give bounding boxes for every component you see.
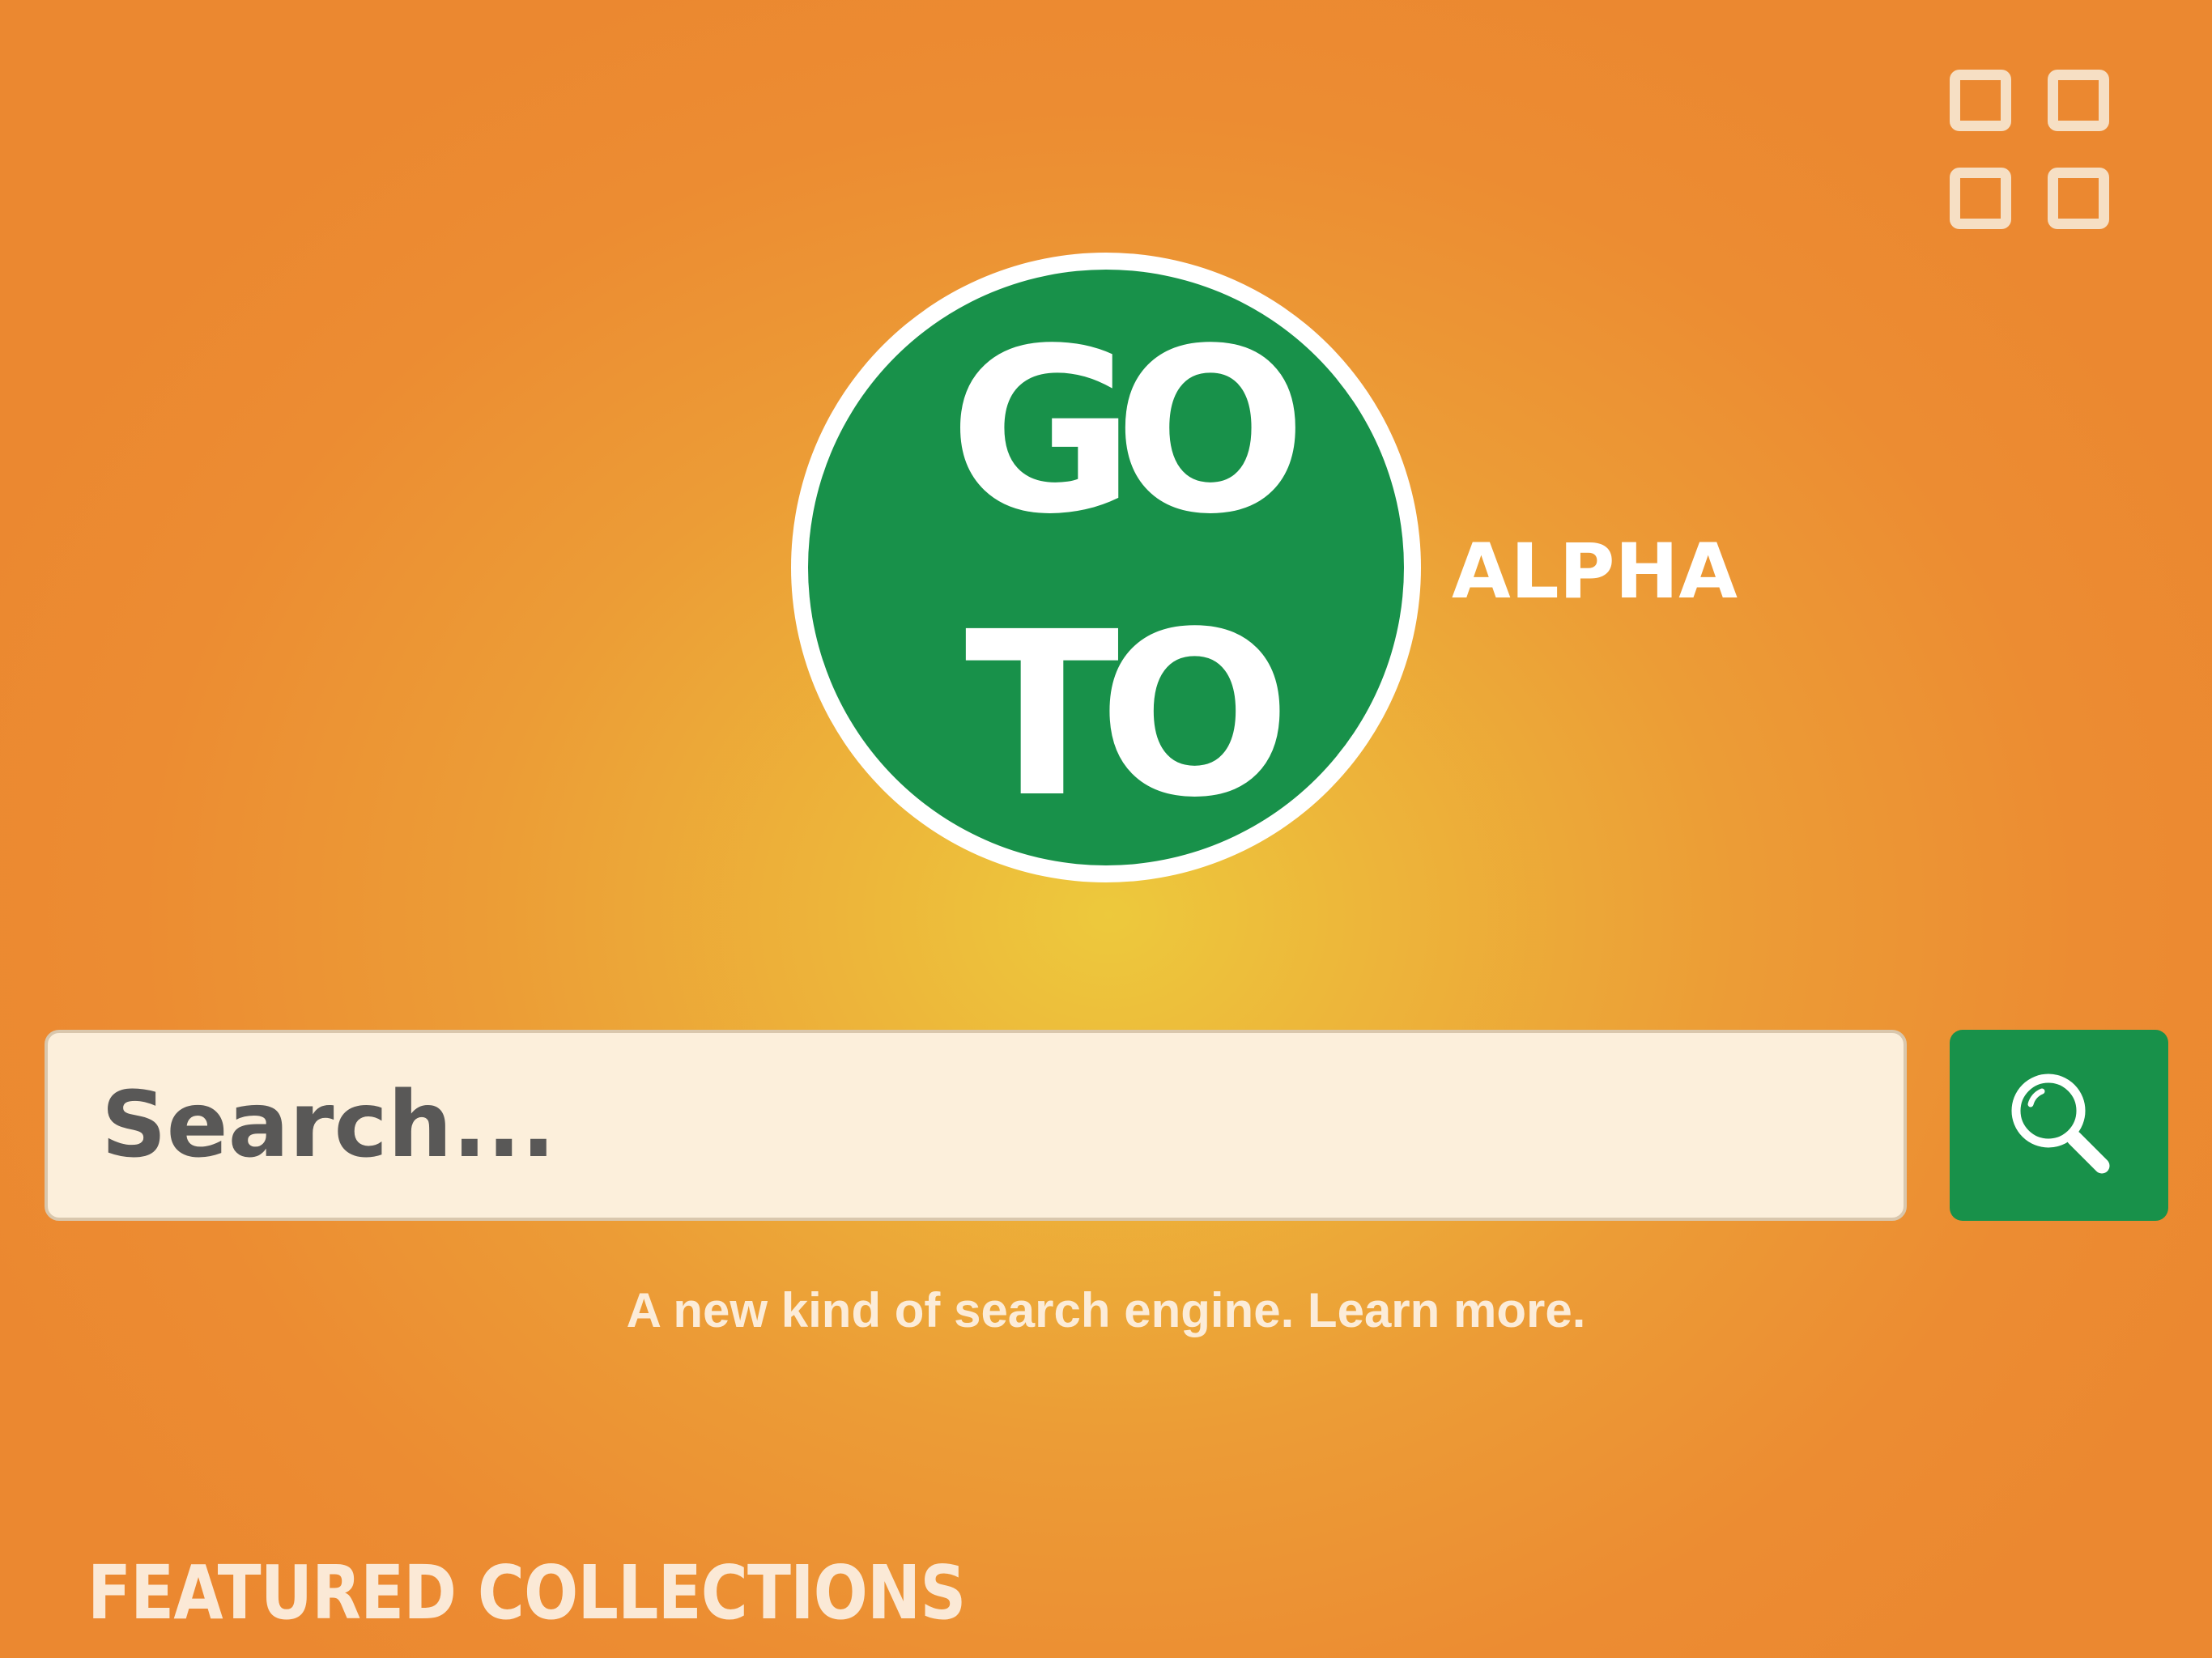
featured-collections-heading: FEATURED COLLECTIONS (87, 1550, 966, 1636)
search-input[interactable] (48, 1033, 1904, 1218)
grid-menu-icon[interactable] (1950, 70, 2126, 244)
logo-wordmark-line-2: TO (964, 584, 1282, 848)
goto-logo: GO TO (791, 253, 1421, 882)
grid-cell (2048, 70, 2109, 131)
tagline: A new kind of search engine. Learn more. (0, 1286, 2212, 1335)
logo-wordmark-line-1: GO (949, 300, 1298, 564)
search-box (45, 1030, 1907, 1221)
grid-cell (1950, 168, 2011, 229)
logo-alpha-badge: ALPHA (1452, 528, 1738, 616)
grid-cell (1950, 70, 2011, 131)
search-button[interactable] (1950, 1030, 2168, 1221)
search-icon (2011, 1073, 2110, 1174)
learn-more-link[interactable]: Learn more. (1308, 1283, 1585, 1337)
grid-cell (2048, 168, 2109, 229)
tagline-text: A new kind of search engine. (626, 1283, 1295, 1337)
